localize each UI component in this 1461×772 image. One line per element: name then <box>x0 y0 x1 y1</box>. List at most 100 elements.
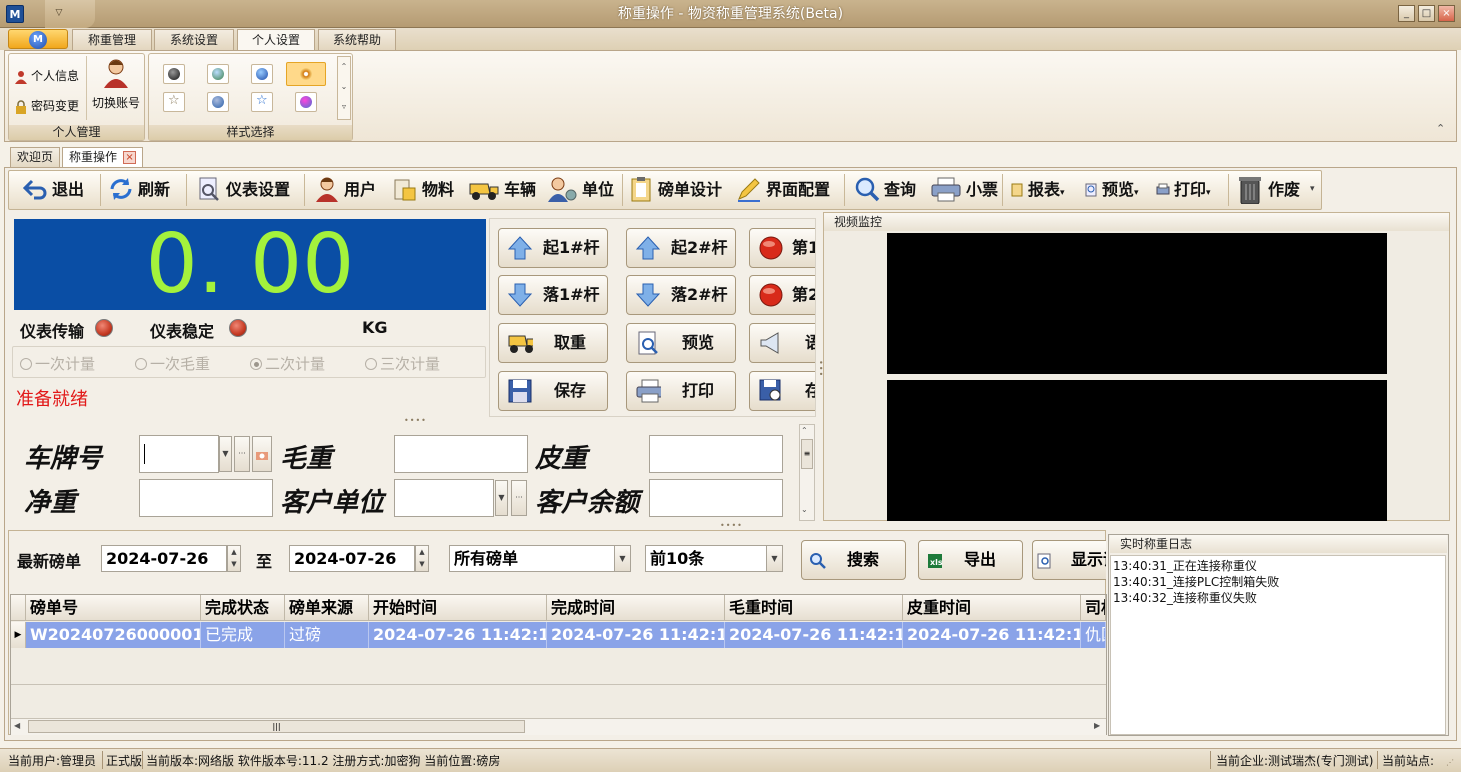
customer-ellipsis-button[interactable]: ··· <box>511 480 527 516</box>
switch-account-button[interactable]: 切换账号 <box>88 58 142 116</box>
scroll-up-icon[interactable]: ⌃ <box>801 426 808 435</box>
cell-gross-time[interactable]: 2024-07-26 11:42:16 <box>725 622 903 648</box>
show-button[interactable]: 显示证 <box>1032 540 1106 580</box>
material-button[interactable]: 物料 <box>392 170 454 210</box>
style-star-outline[interactable]: ☆ <box>163 92 185 112</box>
mode-single[interactable]: 一次计量 <box>20 353 95 374</box>
ticket-type-select[interactable]: 所有磅单 ▼ <box>449 545 631 572</box>
date-to-spinner[interactable]: ▲ ▼ <box>415 545 429 572</box>
close-tab-icon[interactable]: × <box>123 151 137 164</box>
customer-dropdown[interactable]: ▼ <box>495 480 508 516</box>
raise-gate-1-button[interactable]: 起1#杆 <box>498 228 608 268</box>
take-weight-button[interactable]: 取重 <box>498 323 608 363</box>
toolbar-overflow-icon[interactable]: ▾ <box>1310 184 1315 194</box>
lower-gate-2-button[interactable]: 落2#杆 <box>626 275 736 315</box>
mode-triple[interactable]: 三次计量 <box>365 353 440 374</box>
tare-input[interactable] <box>649 435 783 473</box>
col-finish-time[interactable]: 完成时间 <box>547 595 725 621</box>
col-source[interactable]: 磅单来源 <box>285 595 369 621</box>
style-blue-ball[interactable] <box>251 64 273 84</box>
form-scrollbar[interactable]: ⌃ ≡ ⌄ <box>799 424 815 521</box>
style-orange-ring[interactable] <box>286 62 326 86</box>
preview-menu[interactable]: 预览▾ <box>1084 170 1139 210</box>
net-input[interactable] <box>139 479 273 517</box>
save-button[interactable]: 保存 <box>498 371 608 411</box>
date-from-input[interactable]: 2024-07-26 <box>101 545 227 572</box>
video-feed-1[interactable] <box>887 233 1387 374</box>
mode-double[interactable]: 二次计量 <box>250 353 325 374</box>
print-menu[interactable]: 打印▾ <box>1156 170 1211 210</box>
user-button[interactable]: 用户 <box>314 170 376 210</box>
row-indicator-icon[interactable]: ▶ <box>11 622 26 648</box>
splitter-handle[interactable]: •••• <box>404 416 427 425</box>
raise-gate-2-button[interactable]: 起2#杆 <box>626 228 736 268</box>
cell-driver[interactable]: 仇国 <box>1081 622 1106 648</box>
resize-grip-icon[interactable]: ⋰ <box>1446 758 1454 767</box>
report-menu[interactable]: 报表▾ <box>1010 170 1065 210</box>
cell-ticket-no[interactable]: W202407260000014 <box>26 622 201 648</box>
col-ticket-no[interactable]: 磅单号 <box>26 595 201 621</box>
scroll-right-icon[interactable]: ▶ <box>1094 721 1100 730</box>
vehicle-button[interactable]: 车辆 <box>468 170 536 210</box>
date-to-input[interactable]: 2024-07-26 <box>289 545 415 572</box>
tab-personal-settings[interactable]: 个人设置 <box>237 29 315 51</box>
cell-finish-time[interactable]: 2024-07-26 11:42:16 <box>547 622 725 648</box>
plate-dropdown[interactable]: ▼ <box>219 436 232 472</box>
lower-gate-1-button[interactable]: 落1#杆 <box>498 275 608 315</box>
unit-button[interactable]: 单位 <box>546 170 614 210</box>
tab-weighing-management[interactable]: 称重管理 <box>72 29 152 50</box>
scroll-thumb[interactable]: ≡ <box>801 439 813 469</box>
meter-settings-button[interactable]: 仪表设置 <box>196 170 290 210</box>
camera-button[interactable] <box>252 436 272 472</box>
void-button[interactable]: 作废 <box>1236 170 1300 210</box>
col-tare-time[interactable]: 皮重时间 <box>903 595 1081 621</box>
receipt-button[interactable]: 小票 <box>930 170 998 210</box>
scroll-left-icon[interactable]: ◀ <box>14 721 20 730</box>
cell-tare-time[interactable]: 2024-07-26 11:42:16 <box>903 622 1081 648</box>
ticket-design-button[interactable]: 磅单设计 <box>628 170 722 210</box>
col-start-time[interactable]: 开始时间 <box>369 595 547 621</box>
style-gallery-scroll[interactable]: ⌃ ⌄ ▿ <box>337 56 351 120</box>
customer-input[interactable] <box>394 479 494 517</box>
style-blue-sphere[interactable] <box>207 92 229 112</box>
password-button[interactable]: 密码变更 <box>14 97 79 114</box>
scroll-down-icon[interactable]: ⌄ <box>801 505 808 514</box>
mode-single-gross[interactable]: 一次毛重 <box>135 353 210 374</box>
style-blue-star[interactable]: ☆ <box>251 92 273 112</box>
h-scroll-thumb[interactable]: ||| <box>28 720 525 733</box>
print-button[interactable]: 打印 <box>626 371 736 411</box>
video-feed-2[interactable] <box>887 380 1387 521</box>
close-button[interactable]: × <box>1438 5 1455 22</box>
light-1-button[interactable]: 第1 <box>749 228 815 268</box>
tab-weighing[interactable]: 称重操作 × <box>62 147 144 167</box>
style-green-ball[interactable] <box>207 64 229 84</box>
ui-config-button[interactable]: 界面配置 <box>736 170 830 210</box>
exit-button[interactable]: 退出 <box>22 170 84 210</box>
style-black-ball[interactable] <box>163 64 185 84</box>
tab-system-help[interactable]: 系统帮助 <box>318 29 396 50</box>
col-driver[interactable]: 司机 <box>1081 595 1106 621</box>
date-from-spinner[interactable]: ▲ ▼ <box>227 545 241 572</box>
query-button[interactable]: 查询 <box>854 170 916 210</box>
light-2-button[interactable]: 第2 <box>749 275 815 315</box>
maximize-button[interactable]: □ <box>1418 5 1435 22</box>
tab-welcome[interactable]: 欢迎页 <box>10 147 61 167</box>
gross-input[interactable] <box>394 435 528 473</box>
minimize-button[interactable]: _ <box>1398 5 1415 22</box>
voice-button[interactable]: 语 <box>749 323 815 363</box>
col-gross-time[interactable]: 毛重时间 <box>725 595 903 621</box>
search-button[interactable]: 搜索 <box>801 540 906 580</box>
tab-system-settings[interactable]: 系统设置 <box>154 29 234 50</box>
col-status[interactable]: 完成状态 <box>201 595 285 621</box>
app-menu-button[interactable]: M <box>8 29 68 49</box>
preview-button[interactable]: 预览 <box>626 323 736 363</box>
ribbon-collapse-icon[interactable]: ⌃ <box>1436 122 1445 135</box>
cell-start-time[interactable]: 2024-07-26 11:42:17 <box>369 622 547 648</box>
plate-ellipsis-button[interactable]: ··· <box>234 436 250 472</box>
splitter-handle-2[interactable]: •••• <box>720 521 743 530</box>
plate-input[interactable] <box>139 435 219 473</box>
style-purple-ball[interactable] <box>295 92 317 112</box>
export-button[interactable]: xls 导出 <box>918 540 1023 580</box>
store-button[interactable]: 存 <box>749 371 815 411</box>
cell-source[interactable]: 过磅 <box>285 622 369 648</box>
